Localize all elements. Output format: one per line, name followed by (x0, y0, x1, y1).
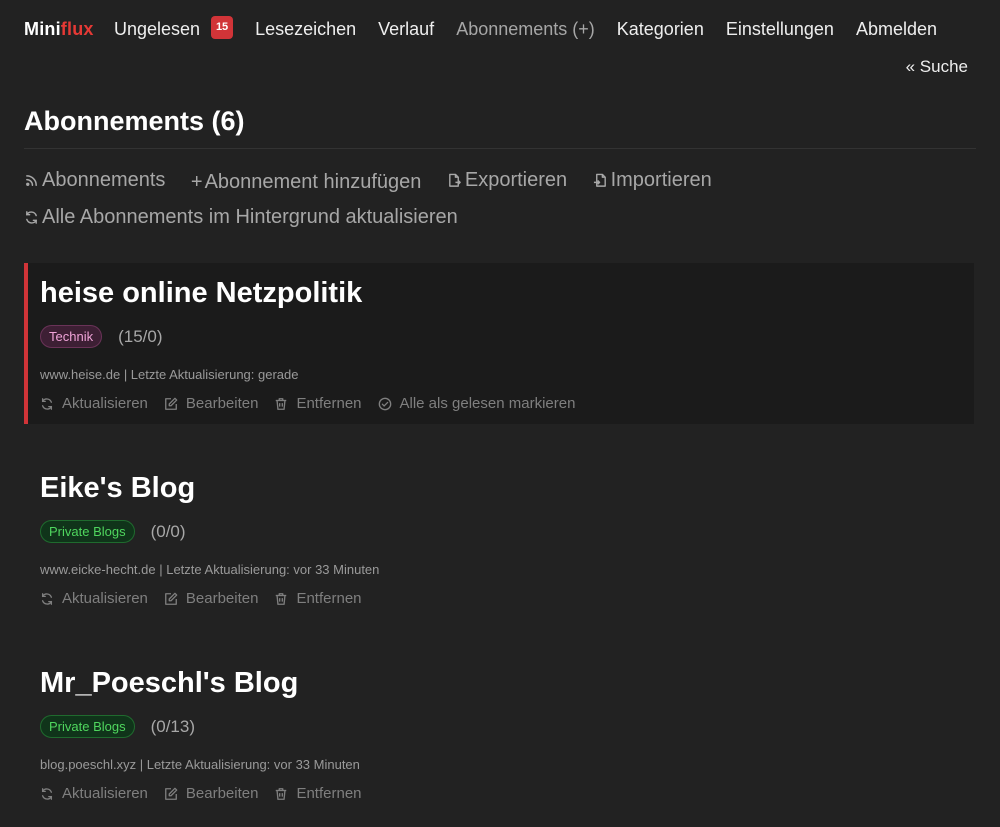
trash-icon (276, 787, 287, 800)
file-export-icon (448, 173, 461, 187)
edit-icon (164, 787, 178, 800)
import-link[interactable]: Importieren (593, 166, 712, 194)
edit-button[interactable]: Bearbeiten (164, 785, 259, 802)
feed-item: Eike's Blog Private Blogs (0/0) www.eick… (24, 458, 974, 619)
import-label: Importieren (610, 168, 712, 191)
feed-item: heise online Netzpolitik Technik (15/0) … (24, 263, 974, 424)
nav-history[interactable]: Verlauf (378, 19, 434, 40)
export-label: Exportieren (464, 168, 568, 191)
feed-item: Mr_Poeschl's Blog Private Blogs (0/13) b… (24, 653, 974, 814)
edit-icon (164, 397, 178, 410)
file-import-icon (593, 173, 606, 187)
nav-settings[interactable]: Einstellungen (726, 19, 834, 40)
check-circle-icon (378, 397, 391, 410)
remove-label: Entfernen (296, 785, 362, 802)
feed-info: www.heise.de | Letzte Aktualisierung: ge… (40, 367, 299, 382)
plus-icon: + (190, 170, 203, 193)
logo[interactable]: Miniflux (24, 19, 94, 40)
trash-icon (276, 397, 287, 410)
nav-logout[interactable]: Abmelden (856, 19, 937, 40)
edit-button[interactable]: Bearbeiten (164, 395, 259, 412)
logo-part-mini: Mini (24, 19, 61, 39)
feed-actions: Aktualisieren Bearbeiten Entfernen (40, 590, 378, 607)
nav-feeds[interactable]: Abonnements (+) (456, 19, 595, 40)
main-nav: Ungelesen 15 Lesezeichen Verlauf Abonnem… (114, 16, 959, 41)
remove-label: Entfernen (296, 395, 362, 412)
refresh-icon (41, 397, 53, 410)
remove-button[interactable]: Entfernen (274, 785, 362, 802)
refresh-icon (26, 210, 37, 224)
refresh-button[interactable]: Aktualisieren (40, 785, 148, 802)
logo-part-flux: flux (60, 19, 94, 39)
feed-actions: Aktualisieren Bearbeiten Entfernen (40, 785, 378, 802)
nav-categories[interactable]: Kategorien (617, 19, 704, 40)
feed-counts: (15/0) (118, 326, 163, 346)
unread-count-badge: 15 (211, 16, 234, 39)
refresh-label: Aktualisieren (62, 590, 148, 607)
category-badge[interactable]: Private Blogs (40, 520, 135, 543)
add-feed-link[interactable]: + Abonnement hinzufügen (191, 168, 422, 196)
edit-icon (164, 592, 178, 605)
rss-icon (26, 174, 37, 186)
add-feed-label: Abonnement hinzufügen (204, 170, 422, 193)
edit-label: Bearbeiten (185, 590, 259, 607)
refresh-all-link[interactable]: Alle Abonnements im Hintergrund aktualis… (24, 203, 458, 231)
feed-title[interactable]: heise online Netzpolitik (40, 277, 362, 310)
feed-actions: Aktualisieren Bearbeiten Entfernen Alle … (40, 395, 591, 412)
search-link[interactable]: « Suche (906, 57, 968, 77)
edit-button[interactable]: Bearbeiten (164, 590, 259, 607)
refresh-label: Aktualisieren (62, 395, 148, 412)
edit-label: Bearbeiten (185, 785, 259, 802)
feed-title[interactable]: Mr_Poeschl's Blog (40, 667, 298, 700)
refresh-button[interactable]: Aktualisieren (40, 590, 148, 607)
refresh-label: Aktualisieren (62, 785, 148, 802)
feed-meta: Private Blogs (0/0) (40, 520, 186, 543)
feeds-link[interactable]: Abonnements (24, 166, 165, 194)
nav-unread-label: Ungelesen (114, 19, 201, 39)
refresh-all-label: Alle Abonnements im Hintergrund aktualis… (42, 205, 458, 228)
feed-counts: (0/13) (150, 716, 196, 736)
mark-read-label: Alle als gelesen markieren (399, 395, 576, 412)
edit-label: Bearbeiten (185, 395, 259, 412)
mark-read-button[interactable]: Alle als gelesen markieren (378, 395, 576, 412)
export-link[interactable]: Exportieren (447, 166, 567, 194)
feed-info: blog.poeschl.xyz | Letzte Aktualisierung… (40, 757, 360, 772)
refresh-button[interactable]: Aktualisieren (40, 395, 148, 412)
feed-meta: Private Blogs (0/13) (40, 715, 195, 738)
header: Miniflux Ungelesen 15 Lesezeichen Verlau… (0, 0, 1000, 76)
category-badge[interactable]: Technik (40, 325, 103, 348)
feed-info: www.eicke-hecht.de | Letzte Aktualisieru… (40, 562, 380, 577)
page-title: Abonnements (6) (24, 106, 245, 136)
feed-title[interactable]: Eike's Blog (40, 472, 195, 505)
category-badge[interactable]: Private Blogs (40, 715, 135, 738)
feed-meta: Technik (15/0) (40, 325, 163, 348)
page-actions: Abonnements + Abonnement hinzufügen Expo… (24, 166, 784, 238)
refresh-icon (41, 787, 53, 800)
feeds-link-label: Abonnements (42, 168, 166, 191)
trash-icon (276, 592, 287, 605)
remove-label: Entfernen (296, 590, 362, 607)
nav-unread[interactable]: Ungelesen 15 (114, 16, 234, 41)
refresh-icon (41, 592, 53, 605)
nav-bookmarks[interactable]: Lesezeichen (255, 19, 356, 40)
title-divider (24, 148, 976, 149)
remove-button[interactable]: Entfernen (274, 395, 362, 412)
remove-button[interactable]: Entfernen (274, 590, 362, 607)
feed-counts: (0/0) (150, 521, 186, 541)
